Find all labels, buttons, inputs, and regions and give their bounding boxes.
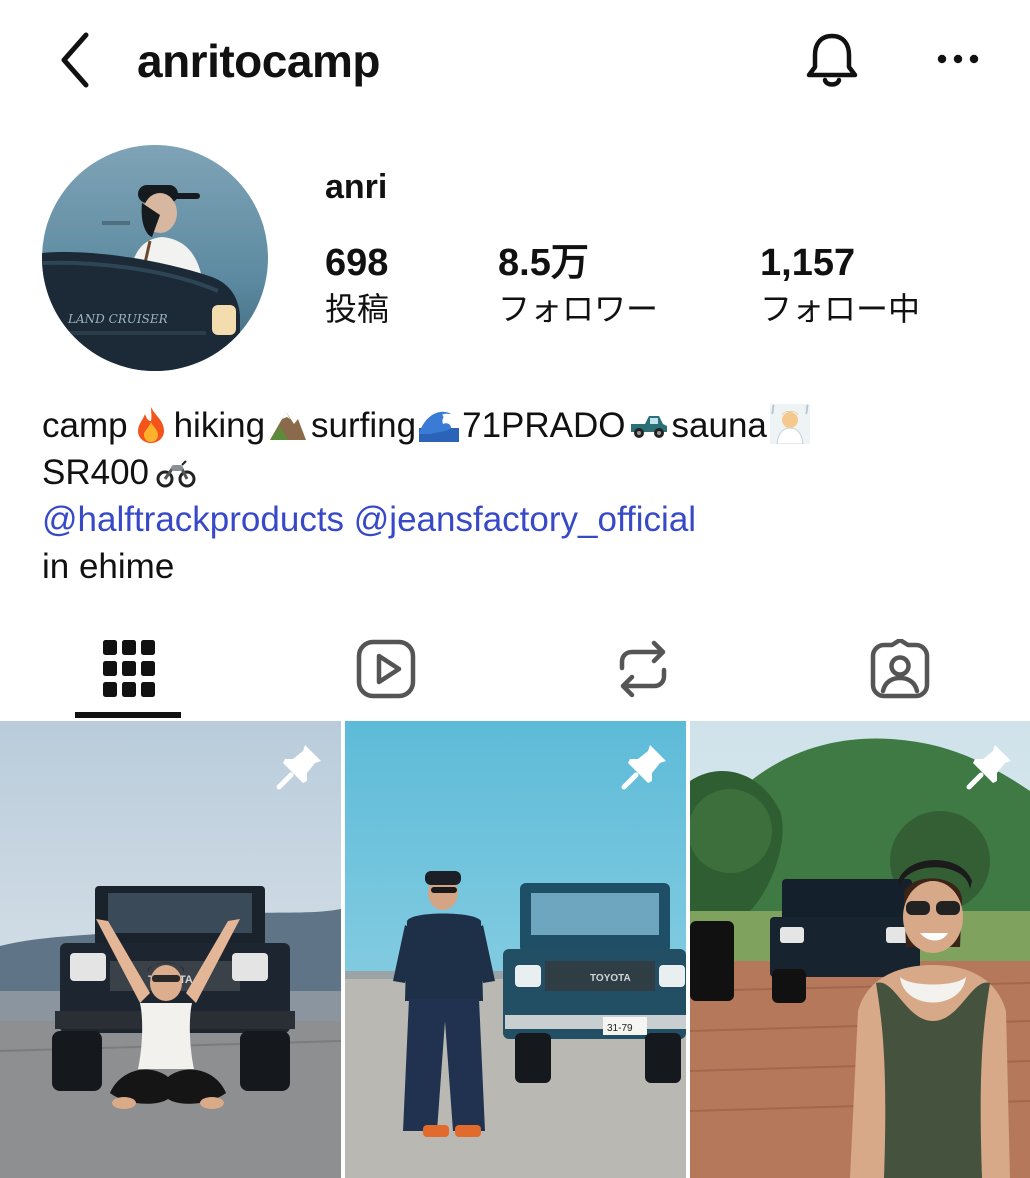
tab-posts[interactable] (0, 620, 257, 718)
svg-text:LAND CRUISER: LAND CRUISER (67, 312, 168, 326)
posts-label: 投稿 (325, 290, 390, 328)
sauna-person-emoji-icon (769, 404, 810, 444)
bio-word-sauna: sauna (671, 406, 767, 445)
motorcycle-emoji-icon (156, 460, 196, 488)
following-count: 1,157 (760, 242, 856, 284)
bell-icon (806, 33, 858, 87)
profile-username: anritocamp (137, 35, 380, 87)
bio-word-camp: camp (42, 406, 128, 445)
post-thumbnail-2[interactable]: TOYOTA 31-79 (345, 721, 686, 1178)
profile-content-tabs (0, 620, 1030, 718)
notifications-button[interactable] (800, 28, 864, 92)
post-thumbnail-1[interactable]: TOYOTA (0, 721, 341, 1178)
posts-grid: TOYOTA 31-79 (0, 721, 1030, 1178)
wave-emoji-icon (419, 411, 460, 442)
reels-icon (356, 639, 415, 699)
more-horizontal-icon (937, 54, 979, 64)
bio-line-activities: camp hiking surfing 71PRADO sauna (42, 402, 813, 449)
pinned-icon (621, 745, 666, 790)
tab-tagged[interactable] (771, 620, 1028, 718)
back-button[interactable] (50, 30, 100, 90)
bio-line-vehicle: SR400 (42, 449, 813, 496)
profile-display-name: anri (325, 168, 388, 206)
bio-word-sr400: SR400 (42, 453, 150, 492)
post-thumbnail-3[interactable] (690, 721, 1030, 1178)
following-label: フォロー中 (760, 290, 921, 328)
grid-icon (102, 640, 155, 697)
avatar-photo: LAND CRUISER (42, 145, 268, 371)
tab-reels[interactable] (257, 620, 514, 718)
bio-word-surfing: surfing (311, 406, 417, 445)
followers-stat[interactable]: 8.5万 フォロワー (498, 240, 658, 332)
more-options-button[interactable] (930, 34, 986, 84)
svg-text:31-79: 31-79 (607, 1023, 633, 1034)
profile-header: anritocamp (0, 0, 1030, 120)
followers-count: 8.5万 (498, 242, 589, 284)
posts-count: 698 (325, 242, 389, 284)
bio-location: in ehime (42, 547, 175, 586)
fire-emoji-icon (137, 407, 164, 443)
chevron-left-icon (61, 32, 89, 88)
pickup-truck-emoji-icon (630, 416, 667, 438)
posts-stat[interactable]: 698 投稿 (325, 240, 389, 332)
followers-label: フォロワー (498, 290, 659, 328)
tagged-person-icon (870, 639, 929, 699)
mountain-emoji-icon (270, 412, 307, 440)
bio-line-mentions: @halftrackproducts @jeansfactory_officia… (42, 496, 813, 543)
pinned-icon (276, 745, 321, 790)
tab-reposts[interactable] (514, 620, 771, 718)
active-tab-indicator (75, 712, 181, 718)
mention-halftrackproducts-link[interactable]: @halftrackproducts (42, 500, 344, 539)
mention-jeansfactory-link[interactable]: @jeansfactory_official (354, 500, 696, 539)
following-stat[interactable]: 1,157 フォロー中 (760, 240, 920, 332)
repost-icon (619, 640, 666, 698)
pinned-icon (966, 745, 1011, 790)
svg-text:TOYOTA: TOYOTA (590, 973, 631, 984)
profile-bio: camp hiking surfing 71PRADO sauna SR400 … (42, 402, 813, 590)
bio-word-hiking: hiking (173, 406, 266, 445)
profile-avatar[interactable]: LAND CRUISER (42, 145, 268, 371)
bio-word-prado: 71PRADO (462, 406, 626, 445)
